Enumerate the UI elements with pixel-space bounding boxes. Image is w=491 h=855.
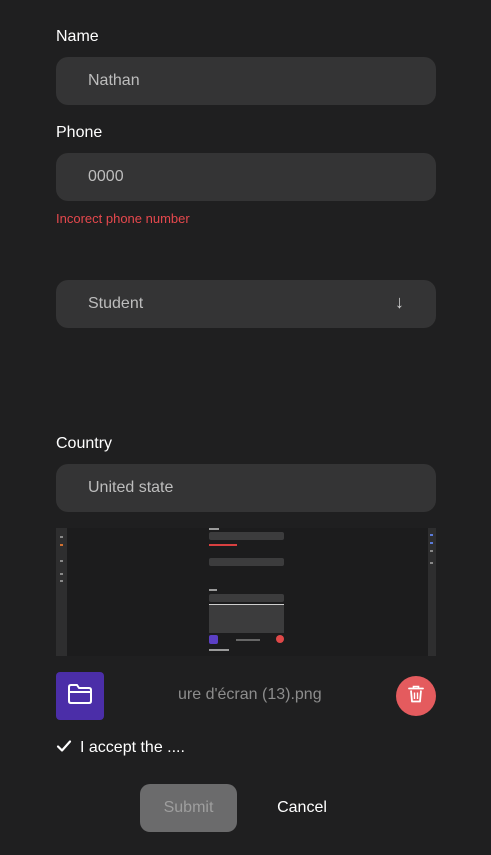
check-icon xyxy=(56,739,72,758)
accept-label: I accept the .... xyxy=(80,739,185,756)
preview-detail xyxy=(430,542,433,544)
image-preview xyxy=(56,528,436,656)
name-label: Name xyxy=(56,28,99,45)
phone-input[interactable] xyxy=(88,168,388,186)
arrow-down-icon: ↓ xyxy=(395,292,404,312)
role-select[interactable]: Student ↓ xyxy=(56,280,436,328)
file-upload-row: ure d'écran (13).png xyxy=(56,672,436,720)
preview-detail xyxy=(209,544,237,546)
accept-checkbox[interactable]: I accept the .... xyxy=(56,738,185,758)
preview-detail xyxy=(430,534,433,536)
preview-right-sidebar xyxy=(428,528,436,656)
preview-detail xyxy=(209,594,284,602)
phone-label: Phone xyxy=(56,124,103,141)
cancel-button[interactable]: Cancel xyxy=(266,784,338,832)
submit-button[interactable]: Submit xyxy=(140,784,237,832)
preview-detail xyxy=(209,558,284,566)
preview-detail xyxy=(209,649,229,651)
phone-error-message: Incorect phone number xyxy=(56,211,190,226)
preview-detail xyxy=(430,562,433,564)
preview-detail xyxy=(236,639,260,641)
preview-detail xyxy=(60,560,63,562)
preview-left-sidebar xyxy=(56,528,67,656)
preview-detail xyxy=(209,635,218,644)
preview-detail xyxy=(276,635,284,643)
name-field[interactable] xyxy=(56,57,436,105)
folder-icon xyxy=(67,683,93,710)
folder-button[interactable] xyxy=(56,672,104,720)
preview-detail xyxy=(209,528,219,530)
trash-icon xyxy=(408,685,424,708)
country-label: Country xyxy=(56,435,113,452)
delete-file-button[interactable] xyxy=(396,676,436,716)
country-input[interactable] xyxy=(88,479,388,497)
country-field[interactable] xyxy=(56,464,436,512)
phone-field[interactable] xyxy=(56,153,436,201)
role-select-value: Student xyxy=(88,295,144,312)
preview-detail xyxy=(209,532,284,540)
file-name: ure d'écran (13).png xyxy=(178,686,322,703)
name-input[interactable] xyxy=(88,72,388,90)
preview-detail xyxy=(60,573,63,575)
preview-detail xyxy=(60,580,63,582)
preview-detail xyxy=(209,604,284,633)
preview-detail xyxy=(60,536,63,538)
preview-detail xyxy=(209,589,217,591)
preview-detail xyxy=(430,550,433,552)
preview-detail xyxy=(60,544,63,546)
